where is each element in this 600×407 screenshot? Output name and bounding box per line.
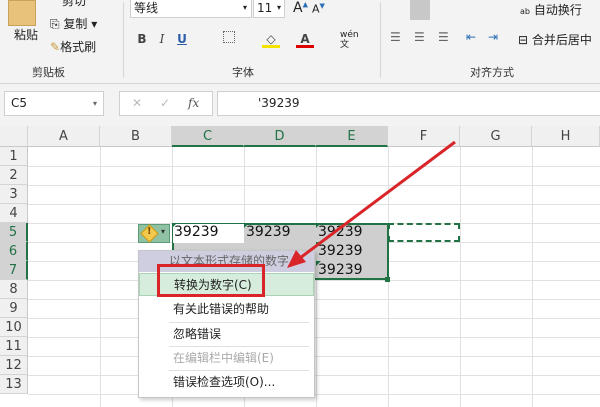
annotation-arrow <box>287 140 456 268</box>
arrow-head <box>287 250 306 268</box>
arrow-shaft <box>299 140 456 260</box>
